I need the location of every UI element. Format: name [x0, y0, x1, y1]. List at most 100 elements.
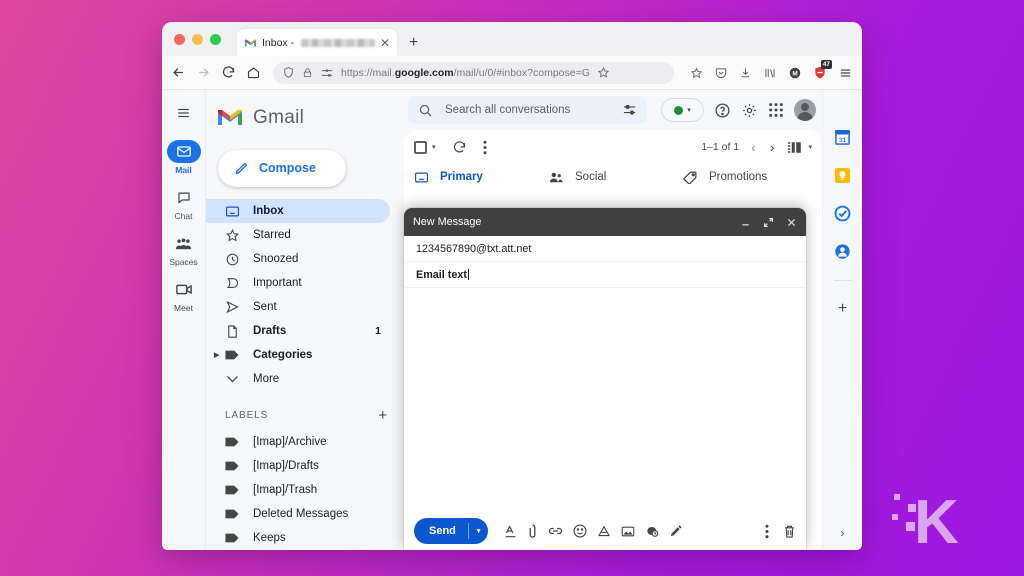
insert-drive-icon[interactable] [597, 525, 611, 538]
address-bar[interactable]: https://mail.google.com/mail/u/0/#inbox?… [273, 61, 674, 84]
compose-body[interactable] [404, 288, 806, 512]
insert-photo-icon[interactable] [621, 525, 635, 538]
search-options-icon[interactable] [622, 103, 637, 117]
library-icon[interactable] [763, 66, 777, 80]
reload-icon[interactable] [221, 65, 236, 80]
sidebar-item-inbox[interactable]: Inbox [206, 199, 390, 223]
bookmark-star-icon[interactable] [597, 66, 610, 79]
insert-emoji-icon[interactable] [573, 524, 587, 538]
rail-item-chat[interactable]: Chat [162, 186, 206, 221]
prev-page-button[interactable]: ‹ [751, 139, 756, 155]
svg-text:M: M [792, 70, 797, 77]
gear-icon[interactable] [741, 102, 758, 119]
sidebar-item-label: [Imap]/Trash [253, 484, 318, 496]
status-badge[interactable]: ▾ [661, 98, 704, 122]
sidebar-item-sent[interactable]: Sent [206, 295, 390, 319]
important-icon [224, 276, 240, 290]
label-icon [224, 349, 240, 361]
tab-social[interactable]: Social [548, 164, 682, 190]
sidebar-label-deleted-messages[interactable]: Deleted Messages [206, 502, 390, 526]
search-input[interactable]: Search all conversations [408, 96, 647, 124]
minimize-window-button[interactable] [192, 33, 203, 45]
sidebar-label-imap-drafts[interactable]: [Imap]/Drafts [206, 454, 390, 478]
tab-primary[interactable]: Primary [414, 164, 548, 190]
back-arrow-icon[interactable] [171, 65, 186, 80]
help-icon[interactable] [714, 102, 731, 119]
compose-subject-field[interactable]: Email text [404, 262, 806, 288]
rail-item-mail[interactable]: Mail [162, 140, 206, 175]
gmail-sidebar: Gmail Compose Inbox Starred Snoozed Impo… [206, 90, 402, 550]
google-tasks-icon[interactable] [834, 204, 852, 222]
send-button[interactable]: Send ▾ [414, 518, 489, 544]
rail-label: Chat [174, 211, 193, 221]
watermark-dot [908, 504, 916, 512]
chevron-down-icon[interactable]: ▾ [808, 143, 812, 151]
rail-item-meet[interactable]: Meet [162, 278, 206, 313]
avatar[interactable] [794, 99, 816, 121]
expand-icon[interactable] [763, 217, 774, 228]
refresh-icon[interactable] [452, 140, 467, 155]
sidebar-item-categories[interactable]: ▶ Categories [206, 343, 390, 367]
compose-button[interactable]: Compose [218, 149, 346, 187]
google-contacts-icon[interactable] [834, 242, 852, 260]
sidebar-label-imap-trash[interactable]: [Imap]/Trash [206, 478, 390, 502]
attach-file-icon[interactable] [527, 523, 538, 539]
sidebar-item-starred[interactable]: Starred [206, 223, 390, 247]
add-side-panel-button[interactable]: + [838, 301, 847, 317]
sidebar-item-label: Categories [253, 349, 313, 361]
minimize-icon[interactable] [740, 217, 751, 228]
insert-link-icon[interactable] [548, 525, 563, 537]
more-options-icon[interactable] [765, 524, 769, 539]
close-tab-button[interactable]: ✕ [380, 37, 390, 49]
split-pane-icon[interactable] [788, 141, 803, 154]
trash-icon[interactable] [783, 524, 796, 539]
list-toolbar: ▾ 1–1 of 1 ‹ › ▾ [404, 130, 822, 164]
rail-label: Mail [175, 165, 192, 175]
gmail-side-panel: 31 + › [822, 90, 862, 550]
adblock-icon[interactable]: 47 [813, 60, 832, 80]
sidebar-item-important[interactable]: Important [206, 271, 390, 295]
account-m-icon[interactable]: M [788, 66, 802, 80]
add-label-button[interactable]: + [378, 407, 388, 424]
browser-tab[interactable]: Inbox - ✕ [237, 29, 397, 56]
chevron-down-icon[interactable]: ▾ [432, 143, 436, 151]
chevron-right-icon[interactable]: ▶ [214, 351, 219, 359]
rail-item-spaces[interactable]: Spaces [162, 232, 206, 267]
gmail-topbar-actions: ▾ [661, 98, 816, 122]
insert-signature-icon[interactable] [669, 524, 683, 538]
send-options-caret[interactable]: ▾ [469, 527, 489, 535]
sidebar-item-drafts[interactable]: Drafts 1 [206, 319, 390, 343]
next-page-button[interactable]: › [770, 139, 775, 155]
expand-side-panel-button[interactable]: › [841, 526, 845, 540]
google-apps-icon[interactable] [768, 102, 784, 118]
chat-icon [167, 186, 201, 209]
new-tab-button[interactable]: + [409, 34, 418, 56]
sidebar-label-imap-archive[interactable]: [Imap]/Archive [206, 430, 390, 454]
gmail-logo-icon [218, 110, 242, 126]
home-icon[interactable] [246, 65, 261, 80]
main-menu-icon[interactable] [169, 98, 199, 128]
google-calendar-icon[interactable]: 31 [834, 128, 852, 146]
sidebar-item-more[interactable]: More [206, 367, 390, 391]
compose-to-field[interactable]: 1234567890@txt.att.net [404, 236, 806, 262]
pocket-icon[interactable] [714, 66, 728, 80]
tracking-protection-icon[interactable] [320, 67, 334, 79]
more-options-icon[interactable] [483, 140, 487, 155]
text-cursor [468, 269, 470, 280]
shield-icon[interactable] [282, 66, 295, 79]
tab-promotions[interactable]: Promotions [682, 164, 816, 190]
compose-header[interactable]: New Message [404, 208, 806, 236]
format-text-icon[interactable] [504, 524, 517, 538]
hamburger-menu-icon[interactable] [838, 66, 853, 80]
download-icon[interactable] [739, 66, 752, 80]
google-keep-icon[interactable] [834, 166, 852, 184]
sidebar-item-snoozed[interactable]: Snoozed [206, 247, 390, 271]
confidential-mode-icon[interactable] [645, 524, 659, 538]
close-icon[interactable] [786, 217, 797, 228]
pocket-save-icon[interactable] [690, 66, 703, 80]
maximize-window-button[interactable] [210, 33, 221, 45]
select-all-checkbox[interactable] [414, 140, 427, 154]
sidebar-label-keeps[interactable]: Keeps [206, 526, 390, 550]
close-window-button[interactable] [174, 33, 185, 45]
gmail-brand[interactable]: Gmail [206, 98, 402, 134]
